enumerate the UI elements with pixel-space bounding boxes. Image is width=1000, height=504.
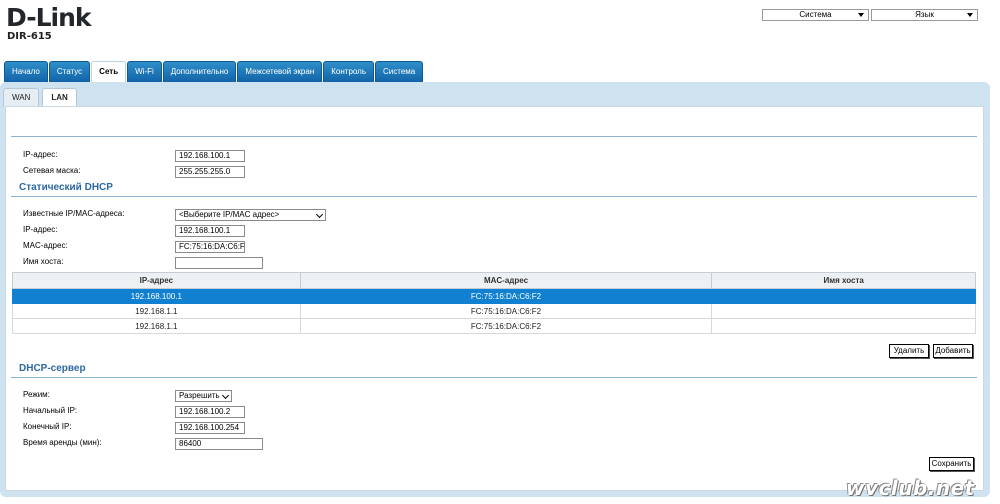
table-row[interactable]: 192.168.1.1 FC:75:16:DA:C6:F2 xyxy=(12,303,976,319)
end-ip-label: Конечный IP: xyxy=(23,422,72,431)
lan-ip-input[interactable]: 192.168.100.1 xyxy=(175,150,245,162)
system-menu-select[interactable]: Система xyxy=(762,9,869,21)
tab-home[interactable]: Начало xyxy=(4,61,48,82)
add-button[interactable]: Добавить xyxy=(933,344,973,358)
column-header-mac[interactable]: MAC-адрес xyxy=(299,272,713,289)
hostname-label: Имя хоста: xyxy=(23,257,64,266)
divider xyxy=(11,196,977,197)
divider xyxy=(11,136,977,137)
main-nav-tabs: Начало Статус Сеть Wi-Fi Дополнительно М… xyxy=(4,61,424,83)
subtab-lan[interactable]: LAN xyxy=(42,88,77,108)
row-ip: 192.168.1.1 xyxy=(12,318,301,334)
system-menu-label: Система xyxy=(799,10,832,19)
static-dhcp-title: Статический DHCP xyxy=(19,182,113,193)
chevron-down-icon xyxy=(221,391,230,400)
lan-ip-label: IP-адрес: xyxy=(23,150,58,159)
tab-advanced[interactable]: Дополнительно xyxy=(162,61,237,82)
static-dhcp-table: IP-адрес MAC-адрес Имя хоста 192.168.100… xyxy=(12,272,976,334)
row-ip: 192.168.100.1 xyxy=(12,288,301,304)
tab-system[interactable]: Система xyxy=(375,61,424,82)
watermark-logo: wvclub.net xyxy=(846,476,975,500)
table-row[interactable]: 192.168.1.1 FC:75:16:DA:C6:F2 xyxy=(12,318,976,334)
column-header-hostname[interactable]: Имя хоста xyxy=(711,272,976,289)
lease-time-label: Время аренды (мин): xyxy=(23,438,102,447)
row-mac: FC:75:16:DA:C6:F2 xyxy=(299,303,713,319)
language-menu-select[interactable]: Язык xyxy=(871,9,978,21)
static-mac-label: MAC-адрес: xyxy=(23,241,68,250)
dhcp-server-title: DHCP-сервер xyxy=(19,363,86,374)
static-ip-label: IP-адрес: xyxy=(23,225,58,234)
start-ip-label: Начальный IP: xyxy=(23,406,78,415)
dhcp-mode-value: Разрешить xyxy=(179,391,220,400)
dlink-logo: D-Link xyxy=(6,3,92,32)
language-menu-label: Язык xyxy=(915,10,934,19)
dhcp-mode-select[interactable]: Разрешить xyxy=(175,390,232,402)
subtab-wan[interactable]: WAN xyxy=(3,88,40,107)
column-header-ip[interactable]: IP-адрес xyxy=(12,272,301,289)
divider xyxy=(11,377,977,378)
row-ip: 192.168.1.1 xyxy=(12,303,301,319)
row-mac: FC:75:16:DA:C6:F2 xyxy=(299,318,713,334)
dhcp-mode-label: Режим: xyxy=(23,390,50,399)
known-addresses-value: <Выберите IP/MAC адрес> xyxy=(179,210,280,219)
known-addresses-label: Известные IP/MAC-адреса: xyxy=(23,209,125,218)
tab-network[interactable]: Сеть xyxy=(91,61,127,83)
start-ip-input[interactable]: 192.168.100.2 xyxy=(175,406,245,418)
lan-mask-label: Сетевая маска: xyxy=(23,166,81,175)
row-hostname xyxy=(711,288,976,304)
static-mac-input[interactable]: FC:75:16:DA:C6:F2 xyxy=(175,241,245,253)
table-row[interactable]: 192.168.100.1 FC:75:16:DA:C6:F2 xyxy=(12,288,976,304)
row-mac: FC:75:16:DA:C6:F2 xyxy=(299,288,713,304)
router-model: DIR-615 xyxy=(7,31,52,42)
lan-mask-input[interactable]: 255.255.255.0 xyxy=(175,166,245,178)
delete-button[interactable]: Удалить xyxy=(889,344,929,358)
chevron-down-icon xyxy=(858,13,864,17)
static-ip-input[interactable]: 192.168.100.1 xyxy=(175,225,245,237)
hostname-input[interactable] xyxy=(175,257,263,269)
row-hostname xyxy=(711,318,976,334)
lease-time-input[interactable]: 86400 xyxy=(175,438,263,450)
tab-status[interactable]: Статус xyxy=(48,61,91,82)
end-ip-input[interactable]: 192.168.100.254 xyxy=(175,422,245,434)
known-addresses-select[interactable]: <Выберите IP/MAC адрес> xyxy=(175,209,326,221)
save-button[interactable]: Сохранить xyxy=(929,457,974,471)
sub-tabs: WAN LAN xyxy=(3,88,77,108)
chevron-down-icon xyxy=(967,13,973,17)
tab-wifi[interactable]: Wi-Fi xyxy=(127,61,162,82)
tab-control[interactable]: Контроль xyxy=(323,61,374,82)
chevron-down-icon xyxy=(315,210,324,219)
tab-firewall[interactable]: Межсетевой экран xyxy=(237,61,323,82)
row-hostname xyxy=(711,303,976,319)
